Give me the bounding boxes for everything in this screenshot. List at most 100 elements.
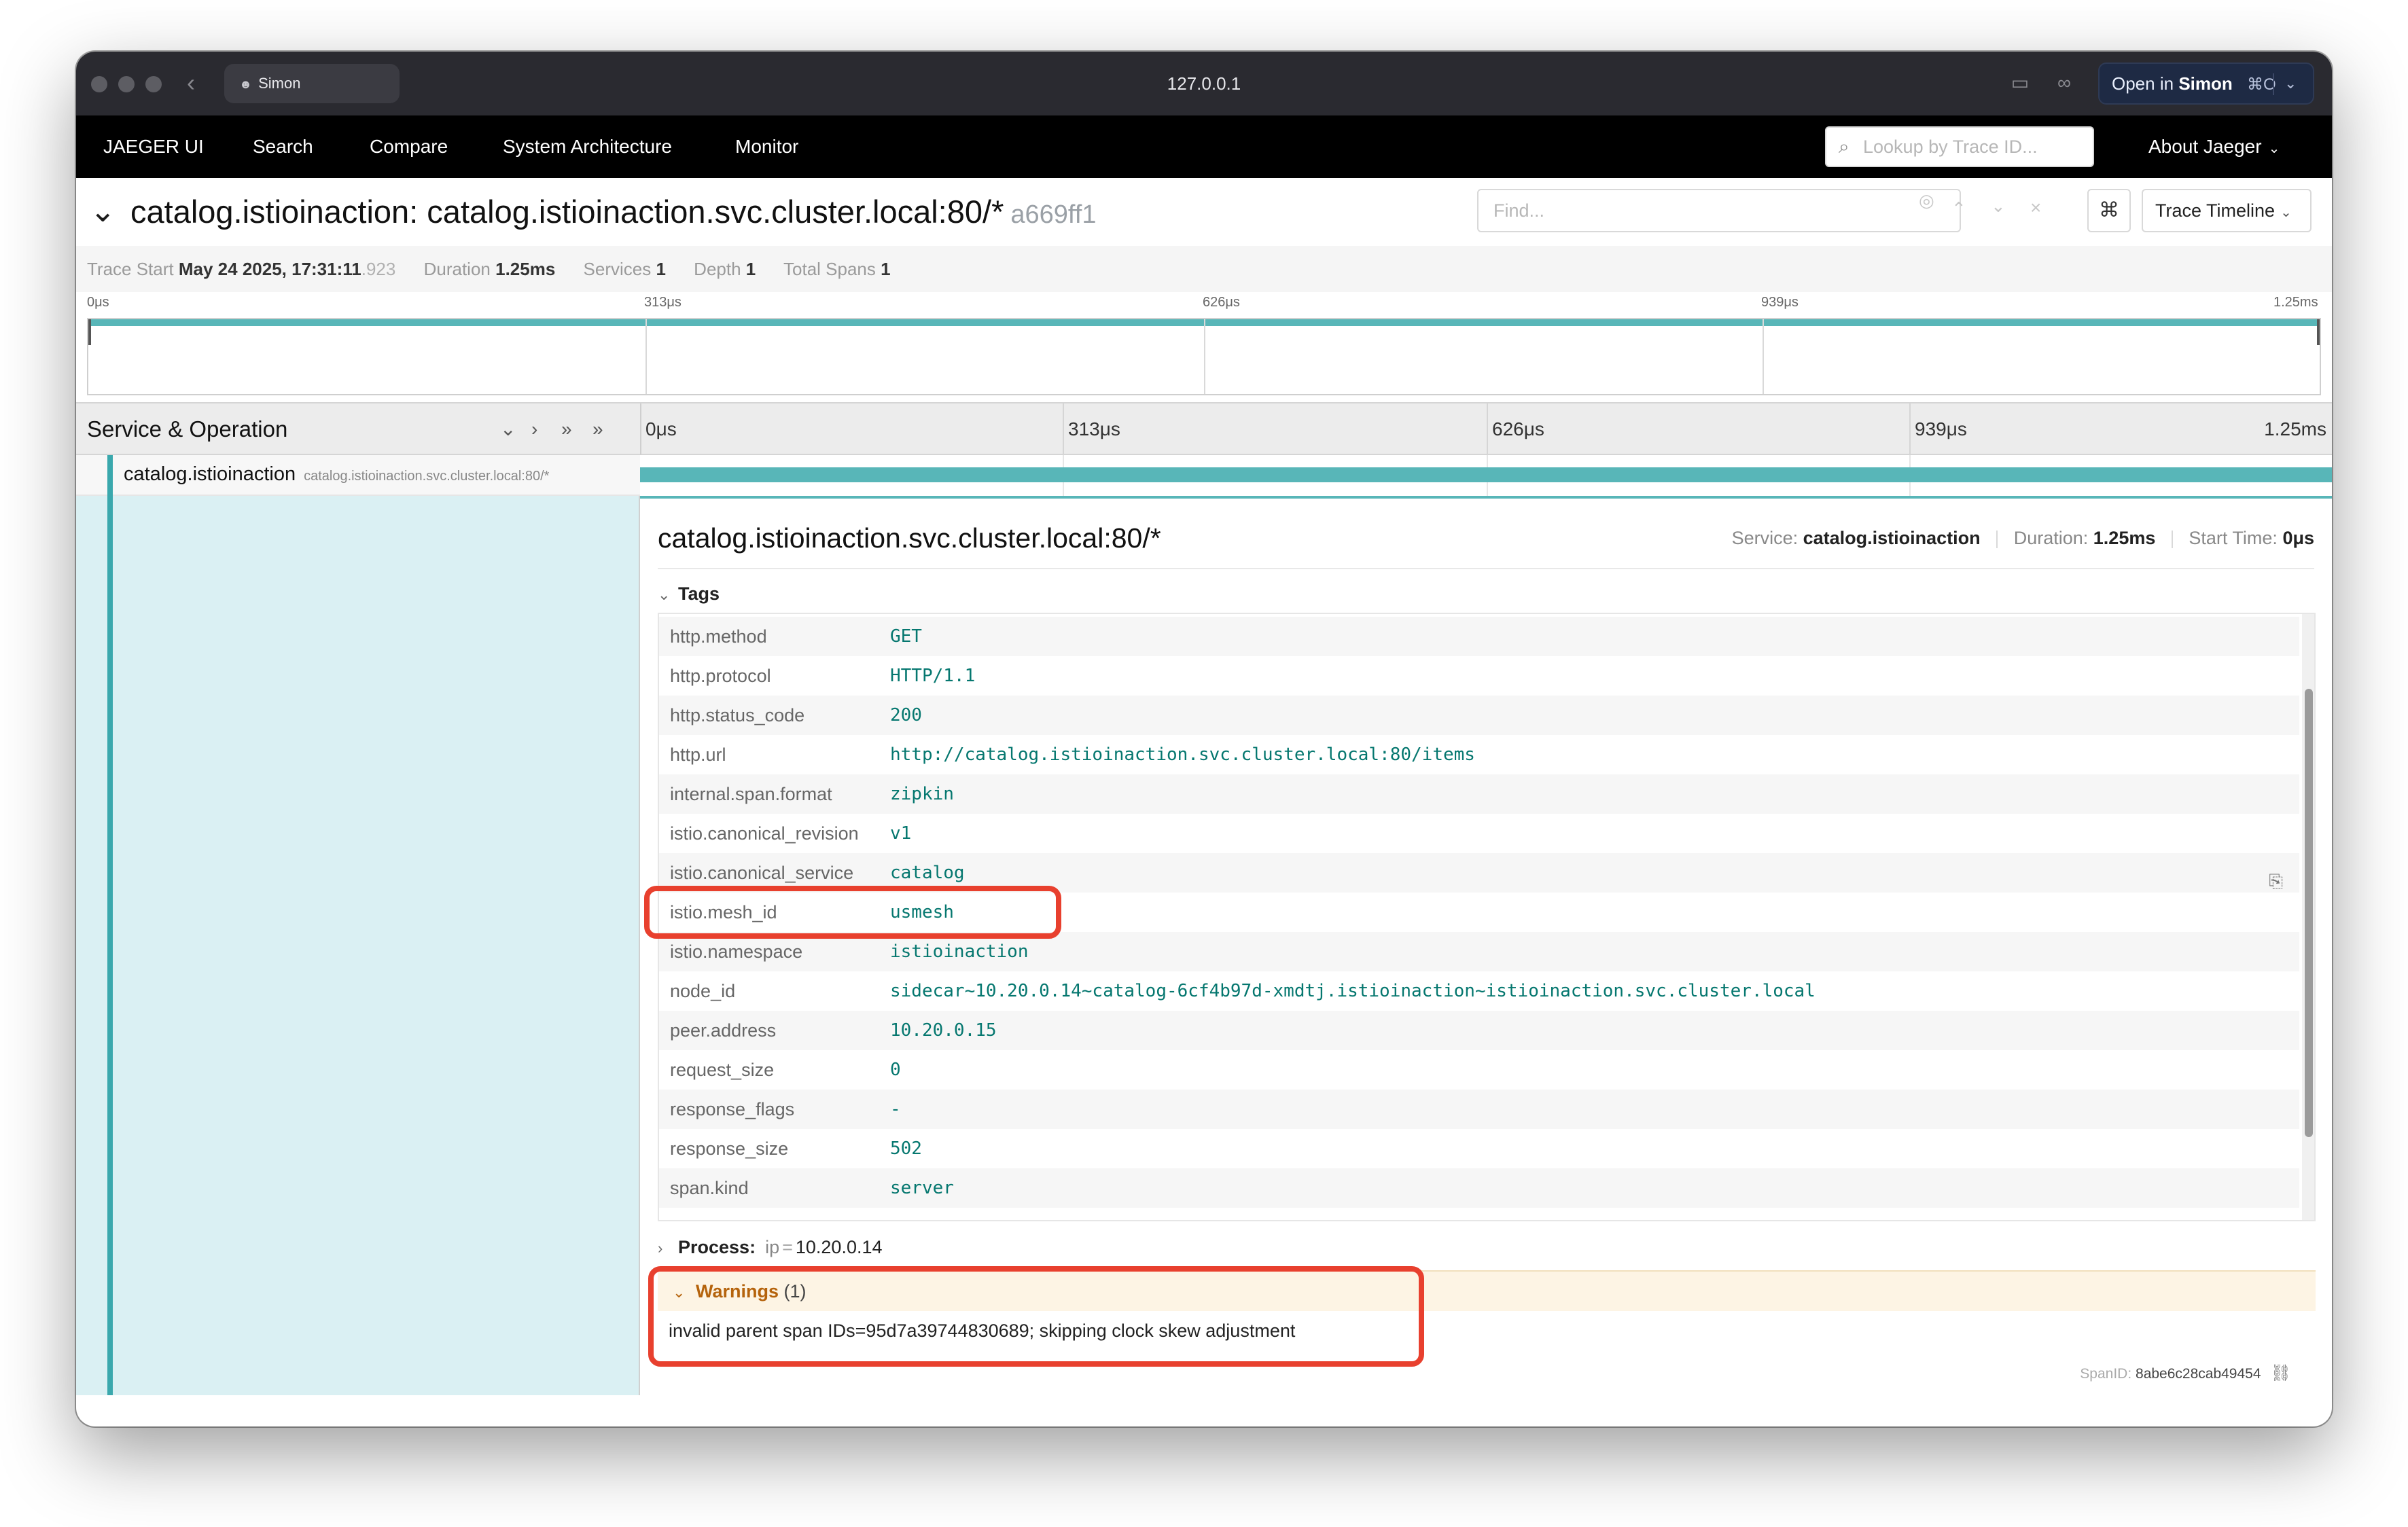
tag-row[interactable]: http.status_code 200: [659, 696, 2299, 735]
trace-start-value: May 24 2025, 17:31:11: [178, 259, 361, 279]
timeline-tick: 313μs: [1068, 418, 1120, 439]
minimap-tick: 1.25ms: [2273, 295, 2318, 310]
minimap-right-handle[interactable]: [2317, 319, 2320, 345]
link-icon[interactable]: ⛓: [2271, 1364, 2291, 1382]
tag-value: -: [890, 1099, 901, 1119]
depth-value: 1: [745, 259, 756, 279]
process-key: ip: [765, 1237, 780, 1257]
tag-value: 0: [890, 1060, 901, 1080]
detail-divider: [658, 568, 2314, 569]
link-icon[interactable]: ∞: [2052, 71, 2076, 95]
trace-start: Trace Start May 24 2025, 17:31:11.923: [87, 259, 395, 279]
tag-key: http.method: [670, 626, 767, 647]
duration-value: 1.25ms: [495, 259, 556, 279]
minimap-canvas[interactable]: [87, 318, 2321, 395]
span-duration-bar[interactable]: [640, 467, 2332, 482]
collapse-one-icon[interactable]: ⌄: [500, 403, 516, 455]
tag-row[interactable]: http.method GET: [659, 617, 2299, 656]
detail-start-label: Start Time:: [2189, 528, 2278, 548]
span-row[interactable]: catalog.istioinaction catalog.istioinacti…: [76, 455, 2332, 496]
span-row-label[interactable]: catalog.istioinaction catalog.istioinacti…: [76, 455, 640, 496]
about-jaeger-menu[interactable]: About Jaeger ⌄: [2148, 115, 2280, 178]
minimap-tick: 626μs: [1203, 295, 1240, 310]
close-icon[interactable]: ×: [2030, 197, 2041, 219]
span-id: SpanID: 8abe6c28cab49454 ⛓: [2080, 1360, 2291, 1388]
tag-row[interactable]: http.protocol HTTP/1.1: [659, 656, 2299, 696]
tag-value: 10.20.0.15: [890, 1020, 997, 1041]
chevron-down-icon[interactable]: ⌄: [90, 190, 116, 231]
trace-minimap[interactable]: 0μs 313μs 626μs 939μs 1.25ms: [87, 292, 2322, 395]
address-bar[interactable]: 127.0.0.1: [76, 69, 2332, 98]
span-service-color: [107, 496, 113, 1395]
detail-start-value: 0μs: [2282, 528, 2314, 548]
process-toggle[interactable]: › Process: ip = 10.20.0.14: [658, 1234, 883, 1262]
tag-key: node_id: [670, 981, 736, 1001]
minimap-left-handle[interactable]: [88, 319, 91, 345]
chevron-right-icon: ›: [658, 1240, 663, 1257]
trace-total-spans: Total Spans 1: [783, 259, 891, 279]
tag-row[interactable]: node_id sidecar~10.20.0.14~catalog-6cf4b9…: [659, 971, 2299, 1011]
services-value: 1: [656, 259, 666, 279]
expand-all-icon[interactable]: »: [592, 403, 603, 455]
tag-value: v1: [890, 823, 912, 844]
browser-window: ‹ ☻ Simon 127.0.0.1 ▭ ∞ Open in Simon ⌘O…: [76, 52, 2332, 1426]
span-id-label: SpanID:: [2080, 1366, 2132, 1382]
open-in-button[interactable]: Open in Simon ⌘O ⌄: [2098, 62, 2314, 105]
tag-key: http.url: [670, 744, 726, 765]
tags-toggle[interactable]: ⌄ Tags: [658, 580, 720, 609]
nav-system-architecture[interactable]: System Architecture: [503, 115, 672, 178]
nav-compare[interactable]: Compare: [370, 115, 448, 178]
tag-value: GET: [890, 626, 922, 647]
tag-key: peer.address: [670, 1020, 777, 1041]
trace-start-label: Trace Start: [87, 259, 174, 279]
view-mode-label: Trace Timeline: [2155, 200, 2276, 221]
tag-row[interactable]: istio.canonical_revision v1: [659, 814, 2299, 853]
tag-row[interactable]: peer.address 10.20.0.15: [659, 1011, 2299, 1050]
tag-row[interactable]: span.kind server: [659, 1168, 2299, 1208]
tags-scrollbar-thumb[interactable]: [2305, 689, 2313, 1137]
tag-row[interactable]: internal.span.format zipkin: [659, 774, 2299, 814]
tag-key: response_flags: [670, 1099, 795, 1119]
chevron-down-icon: ⌄: [658, 586, 671, 603]
chevron-down-icon: ⌄: [2268, 141, 2280, 156]
copy-icon[interactable]: ⎘: [2269, 871, 2283, 893]
minimap-tick: 313μs: [644, 295, 681, 310]
tag-row[interactable]: request_size 0: [659, 1050, 2299, 1090]
minimap-gridline: [1204, 319, 1205, 394]
collapse-all-icon[interactable]: »: [561, 403, 572, 455]
timeline-tick: 939μs: [1915, 418, 1967, 439]
span-detail-left-column: [76, 496, 640, 1395]
timeline-gridline: [1909, 403, 1911, 455]
nav-search[interactable]: Search: [253, 115, 313, 178]
column-resizer[interactable]: [640, 403, 641, 455]
span-service-name: catalog.istioinaction catalog.istioinacti…: [124, 455, 549, 495]
tag-row[interactable]: response_size 502: [659, 1129, 2299, 1168]
nav-monitor[interactable]: Monitor: [735, 115, 798, 178]
find-input[interactable]: Find... ◎: [1477, 189, 1961, 232]
lookup-placeholder: Lookup by Trace ID...: [1863, 137, 2038, 157]
tag-key: istio.canonical_revision: [670, 823, 859, 844]
tag-key: http.status_code: [670, 705, 805, 725]
expand-one-icon[interactable]: ›: [531, 403, 537, 455]
tag-value: 502: [890, 1138, 922, 1159]
minimap-tick: 0μs: [87, 295, 109, 310]
tag-value: http://catalog.istioinaction.svc.cluster…: [890, 744, 1475, 765]
tag-row[interactable]: http.url http://catalog.istioinaction.svc…: [659, 735, 2299, 774]
keyboard-shortcuts-button[interactable]: ⌘: [2087, 189, 2131, 232]
trace-id-lookup-input[interactable]: ⌕ Lookup by Trace ID...: [1825, 126, 2094, 167]
trace-start-ms: .923: [361, 259, 396, 279]
cast-icon[interactable]: ▭: [2008, 71, 2032, 95]
view-mode-dropdown[interactable]: Trace Timeline ⌄: [2142, 189, 2312, 232]
browser-toolbar: ‹ ☻ Simon 127.0.0.1 ▭ ∞ Open in Simon ⌘O…: [76, 52, 2332, 115]
target-icon[interactable]: ◎: [1919, 190, 1934, 211]
tags-scrollbar[interactable]: [2302, 614, 2314, 1220]
chevron-up-icon[interactable]: ⌃: [1951, 198, 1966, 219]
brand-link[interactable]: JAEGER UI: [103, 115, 204, 178]
span-detail-panel: catalog.istioinaction.svc.cluster.local:…: [640, 496, 2332, 1395]
timeline-tick: 0μs: [645, 418, 677, 439]
chevron-down-icon[interactable]: ⌄: [1991, 196, 2006, 217]
services-label: Services: [583, 259, 652, 279]
tag-row[interactable]: response_flags -: [659, 1090, 2299, 1129]
tag-value: 200: [890, 705, 922, 725]
chevron-down-icon[interactable]: ⌄: [2284, 64, 2297, 103]
